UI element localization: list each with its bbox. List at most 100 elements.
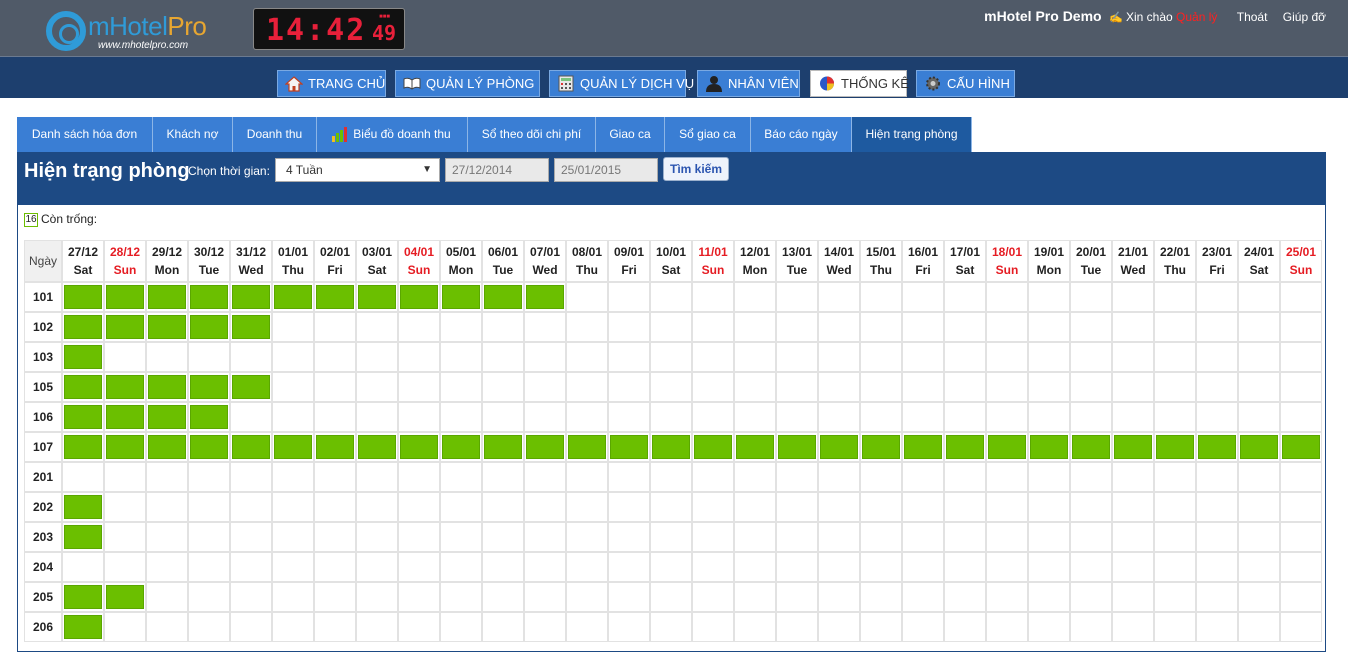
occupied-cell[interactable] [62,612,104,642]
vacant-cell[interactable] [188,492,230,522]
occupied-cell[interactable] [902,432,944,462]
period-select[interactable]: 4 Tuần ▼ [275,158,440,182]
vacant-cell[interactable] [398,612,440,642]
vacant-cell[interactable] [1070,612,1112,642]
vacant-cell[interactable] [1154,612,1196,642]
vacant-cell[interactable] [104,552,146,582]
occupied-cell[interactable] [1154,432,1196,462]
vacant-cell[interactable] [1070,312,1112,342]
vacant-cell[interactable] [734,582,776,612]
vacant-cell[interactable] [314,582,356,612]
vacant-cell[interactable] [356,522,398,552]
vacant-cell[interactable] [524,342,566,372]
vacant-cell[interactable] [1196,492,1238,522]
vacant-cell[interactable] [188,462,230,492]
vacant-cell[interactable] [944,612,986,642]
vacant-cell[interactable] [776,342,818,372]
vacant-cell[interactable] [356,342,398,372]
occupied-cell[interactable] [1070,432,1112,462]
vacant-cell[interactable] [986,462,1028,492]
vacant-cell[interactable] [734,552,776,582]
vacant-cell[interactable] [1028,462,1070,492]
occupied-cell[interactable] [104,282,146,312]
vacant-cell[interactable] [650,552,692,582]
username[interactable]: Quản lý [1176,10,1217,24]
vacant-cell[interactable] [944,312,986,342]
vacant-cell[interactable] [1280,552,1322,582]
vacant-cell[interactable] [1070,462,1112,492]
vacant-cell[interactable] [272,372,314,402]
vacant-cell[interactable] [482,372,524,402]
vacant-cell[interactable] [1154,582,1196,612]
vacant-cell[interactable] [776,492,818,522]
vacant-cell[interactable] [272,462,314,492]
occupied-cell[interactable] [230,372,272,402]
vacant-cell[interactable] [62,462,104,492]
vacant-cell[interactable] [902,582,944,612]
occupied-cell[interactable] [62,582,104,612]
vacant-cell[interactable] [440,312,482,342]
vacant-cell[interactable] [314,372,356,402]
vacant-cell[interactable] [986,492,1028,522]
vacant-cell[interactable] [1028,312,1070,342]
vacant-cell[interactable] [1196,342,1238,372]
vacant-cell[interactable] [440,582,482,612]
vacant-cell[interactable] [566,372,608,402]
vacant-cell[interactable] [440,612,482,642]
vacant-cell[interactable] [524,462,566,492]
vacant-cell[interactable] [524,492,566,522]
vacant-cell[interactable] [1028,342,1070,372]
vacant-cell[interactable] [230,492,272,522]
vacant-cell[interactable] [944,492,986,522]
vacant-cell[interactable] [314,522,356,552]
vacant-cell[interactable] [1280,462,1322,492]
logout-link[interactable]: Thoát [1237,10,1268,24]
nav-staff[interactable]: NHÂN VIÊN [697,70,800,97]
vacant-cell[interactable] [776,522,818,552]
vacant-cell[interactable] [1238,582,1280,612]
vacant-cell[interactable] [1280,282,1322,312]
occupied-cell[interactable] [146,432,188,462]
vacant-cell[interactable] [482,492,524,522]
vacant-cell[interactable] [314,462,356,492]
vacant-cell[interactable] [776,462,818,492]
vacant-cell[interactable] [1028,282,1070,312]
vacant-cell[interactable] [566,552,608,582]
vacant-cell[interactable] [650,612,692,642]
vacant-cell[interactable] [272,492,314,522]
vacant-cell[interactable] [1154,492,1196,522]
vacant-cell[interactable] [398,342,440,372]
vacant-cell[interactable] [524,402,566,432]
vacant-cell[interactable] [272,402,314,432]
occupied-cell[interactable] [104,402,146,432]
occupied-cell[interactable] [398,282,440,312]
vacant-cell[interactable] [818,402,860,432]
vacant-cell[interactable] [1196,582,1238,612]
vacant-cell[interactable] [608,372,650,402]
vacant-cell[interactable] [650,582,692,612]
occupied-cell[interactable] [734,432,776,462]
vacant-cell[interactable] [776,282,818,312]
vacant-cell[interactable] [482,462,524,492]
nav-services[interactable]: QUẢN LÝ DỊCH VỤ [549,70,694,97]
vacant-cell[interactable] [398,402,440,432]
vacant-cell[interactable] [272,612,314,642]
vacant-cell[interactable] [692,582,734,612]
vacant-cell[interactable] [734,402,776,432]
vacant-cell[interactable] [440,552,482,582]
room-label[interactable]: 203 [24,522,62,552]
vacant-cell[interactable] [902,402,944,432]
vacant-cell[interactable] [1028,552,1070,582]
vacant-cell[interactable] [902,492,944,522]
tab-expenses[interactable]: Sổ theo dõi chi phí [468,117,596,152]
app-logo[interactable]: mHotelPro www.mhotelpro.com [46,9,226,55]
vacant-cell[interactable] [608,552,650,582]
nav-rooms[interactable]: QUẢN LÝ PHÒNG [395,70,540,97]
vacant-cell[interactable] [902,282,944,312]
vacant-cell[interactable] [860,582,902,612]
vacant-cell[interactable] [1280,612,1322,642]
vacant-cell[interactable] [692,492,734,522]
vacant-cell[interactable] [650,462,692,492]
tab-room-status[interactable]: Hiện trạng phòng [852,117,972,152]
vacant-cell[interactable] [860,462,902,492]
